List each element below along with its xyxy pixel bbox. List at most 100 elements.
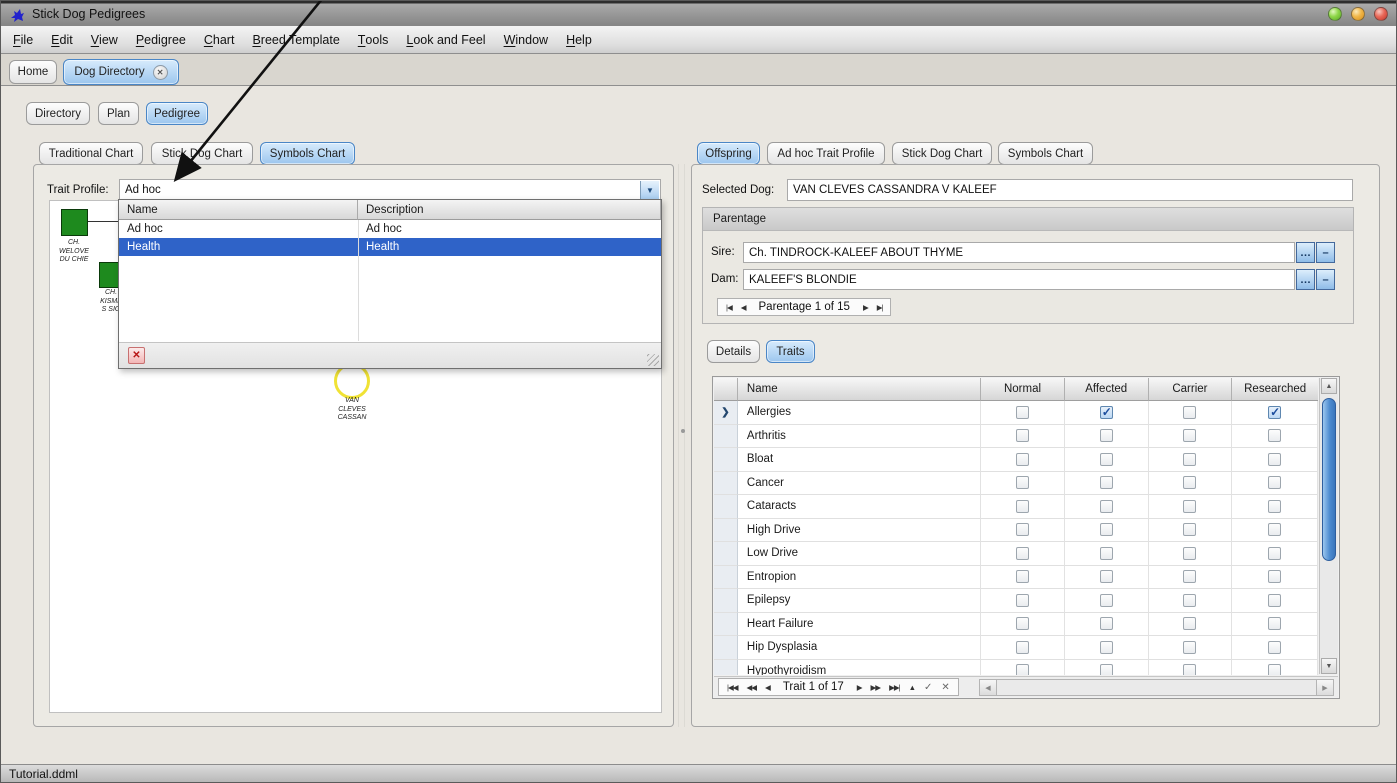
checkbox-carrier[interactable] xyxy=(1183,664,1196,675)
menu-item-pedigree[interactable]: Pedigree xyxy=(127,26,195,53)
scrollbar-thumb[interactable] xyxy=(1322,398,1336,561)
tab-stick-dog-chart-right[interactable]: Stick Dog Chart xyxy=(892,142,992,165)
checkbox-carrier[interactable] xyxy=(1183,500,1196,513)
commit-edit-button[interactable]: ✓ xyxy=(920,682,936,693)
checkbox-researched[interactable] xyxy=(1268,641,1281,654)
tab-stick-dog-chart-left[interactable]: Stick Dog Chart xyxy=(151,142,253,165)
checkbox-researched[interactable] xyxy=(1268,617,1281,630)
menu-item-view[interactable]: View xyxy=(82,26,127,53)
tab-pedigree[interactable]: Pedigree xyxy=(146,102,208,125)
close-button[interactable] xyxy=(1374,7,1388,21)
tab-symbols-chart-right[interactable]: Symbols Chart xyxy=(998,142,1093,165)
append-row-button[interactable]: ▲ xyxy=(905,683,919,692)
checkbox-carrier[interactable] xyxy=(1183,617,1196,630)
checkbox-affected[interactable] xyxy=(1100,523,1113,536)
checkbox-carrier[interactable] xyxy=(1183,570,1196,583)
tab-home[interactable]: Home xyxy=(9,60,57,84)
tab-offspring[interactable]: Offspring xyxy=(697,142,760,165)
menu-item-breed-template[interactable]: Breed Template xyxy=(243,26,348,53)
checkbox-carrier[interactable] xyxy=(1183,476,1196,489)
column-header-name[interactable]: Name xyxy=(738,378,981,401)
table-row[interactable]: Low Drive xyxy=(714,542,1318,566)
checkbox-normal[interactable] xyxy=(1016,617,1029,630)
checkbox-researched[interactable] xyxy=(1268,500,1281,513)
menu-item-file[interactable]: File xyxy=(4,26,42,53)
checkbox-affected[interactable] xyxy=(1100,594,1113,607)
next-record-button[interactable]: ▶ xyxy=(859,303,872,312)
next-trait-button[interactable]: ▶ xyxy=(853,683,866,692)
tab-adhoc-trait-profile[interactable]: Ad hoc Trait Profile xyxy=(767,142,885,165)
table-row[interactable]: High Drive xyxy=(714,519,1318,543)
vertical-scrollbar[interactable]: ▲ ▼ xyxy=(1319,378,1338,674)
first-trait-button[interactable]: |◀◀ xyxy=(723,683,741,692)
table-row[interactable]: Cancer xyxy=(714,472,1318,496)
dropdown-row-adhoc[interactable]: Ad hoc Ad hoc xyxy=(119,220,661,238)
checkbox-normal[interactable] xyxy=(1016,429,1029,442)
scroll-right-icon[interactable]: ▶ xyxy=(1316,680,1333,695)
checkbox-researched[interactable] xyxy=(1268,594,1281,607)
menu-item-help[interactable]: Help xyxy=(557,26,601,53)
horizontal-scrollbar[interactable]: ◀ ▶ xyxy=(979,679,1334,696)
checkbox-researched[interactable] xyxy=(1268,547,1281,560)
next-page-button[interactable]: ▶▶ xyxy=(867,683,885,692)
table-row[interactable]: Entropion xyxy=(714,566,1318,590)
dropdown-row-health[interactable]: Health Health xyxy=(119,238,661,256)
tab-traditional-chart[interactable]: Traditional Chart xyxy=(39,142,143,165)
table-row[interactable]: ❯ Allergies xyxy=(714,401,1318,425)
tab-symbols-chart-left[interactable]: Symbols Chart xyxy=(260,142,355,165)
checkbox-normal[interactable] xyxy=(1016,641,1029,654)
checkbox-carrier[interactable] xyxy=(1183,547,1196,560)
cancel-edit-button[interactable]: ✕ xyxy=(937,682,953,693)
checkbox-carrier[interactable] xyxy=(1183,641,1196,654)
checkbox-affected[interactable] xyxy=(1100,453,1113,466)
checkbox-carrier[interactable] xyxy=(1183,453,1196,466)
checkbox-affected[interactable] xyxy=(1100,570,1113,583)
checkbox-researched[interactable] xyxy=(1268,523,1281,536)
menu-item-tools[interactable]: Tools xyxy=(349,26,398,53)
checkbox-affected[interactable] xyxy=(1100,617,1113,630)
dropdown-column-description[interactable]: Description xyxy=(358,200,661,220)
prev-trait-button[interactable]: ◀ xyxy=(761,683,774,692)
checkbox-normal[interactable] xyxy=(1016,476,1029,489)
dam-lookup-button[interactable]: … xyxy=(1296,269,1315,290)
checkbox-researched[interactable] xyxy=(1268,429,1281,442)
column-header-affected[interactable]: Affected xyxy=(1065,378,1149,401)
selected-dog-field[interactable]: VAN CLEVES CASSANDRA V KALEEF xyxy=(787,179,1353,201)
prev-page-button[interactable]: ◀◀ xyxy=(742,683,760,692)
checkbox-normal[interactable] xyxy=(1016,547,1029,560)
checkbox-researched[interactable] xyxy=(1268,453,1281,466)
checkbox-affected[interactable] xyxy=(1100,476,1113,489)
checkbox-normal[interactable] xyxy=(1016,523,1029,536)
tab-details[interactable]: Details xyxy=(707,340,760,363)
checkbox-affected[interactable] xyxy=(1100,406,1113,419)
maximize-button[interactable] xyxy=(1351,7,1365,21)
checkbox-affected[interactable] xyxy=(1100,664,1113,675)
checkbox-normal[interactable] xyxy=(1016,664,1029,675)
table-row[interactable]: Hip Dysplasia xyxy=(714,636,1318,660)
checkbox-normal[interactable] xyxy=(1016,570,1029,583)
column-header-normal[interactable]: Normal xyxy=(981,378,1065,401)
dam-field[interactable]: KALEEF'S BLONDIE xyxy=(743,269,1295,290)
minimize-button[interactable] xyxy=(1328,7,1342,21)
checkbox-normal[interactable] xyxy=(1016,453,1029,466)
tab-dog-directory[interactable]: Dog Directory ✕ xyxy=(63,59,179,85)
sire-remove-button[interactable]: – xyxy=(1316,242,1335,263)
checkbox-researched[interactable] xyxy=(1268,664,1281,675)
last-record-button[interactable]: ▶| xyxy=(873,303,887,312)
scroll-left-icon[interactable]: ◀ xyxy=(980,680,997,695)
chevron-down-icon[interactable]: ▼ xyxy=(640,181,659,199)
trait-profile-combobox[interactable]: Ad hoc ▼ xyxy=(119,179,661,201)
sire-field[interactable]: Ch. TINDROCK-KALEEF ABOUT THYME xyxy=(743,242,1295,263)
checkbox-normal[interactable] xyxy=(1016,594,1029,607)
dam-remove-button[interactable]: – xyxy=(1316,269,1335,290)
checkbox-affected[interactable] xyxy=(1100,547,1113,560)
table-row[interactable]: Cataracts xyxy=(714,495,1318,519)
dropdown-column-name[interactable]: Name xyxy=(119,200,358,220)
checkbox-researched[interactable] xyxy=(1268,406,1281,419)
column-header-carrier[interactable]: Carrier xyxy=(1149,378,1233,401)
close-tab-icon[interactable]: ✕ xyxy=(153,65,168,80)
tab-traits[interactable]: Traits xyxy=(766,340,815,363)
scroll-down-icon[interactable]: ▼ xyxy=(1321,658,1337,674)
last-trait-button[interactable]: ▶▶| xyxy=(885,683,903,692)
panel-splitter[interactable] xyxy=(676,164,689,727)
